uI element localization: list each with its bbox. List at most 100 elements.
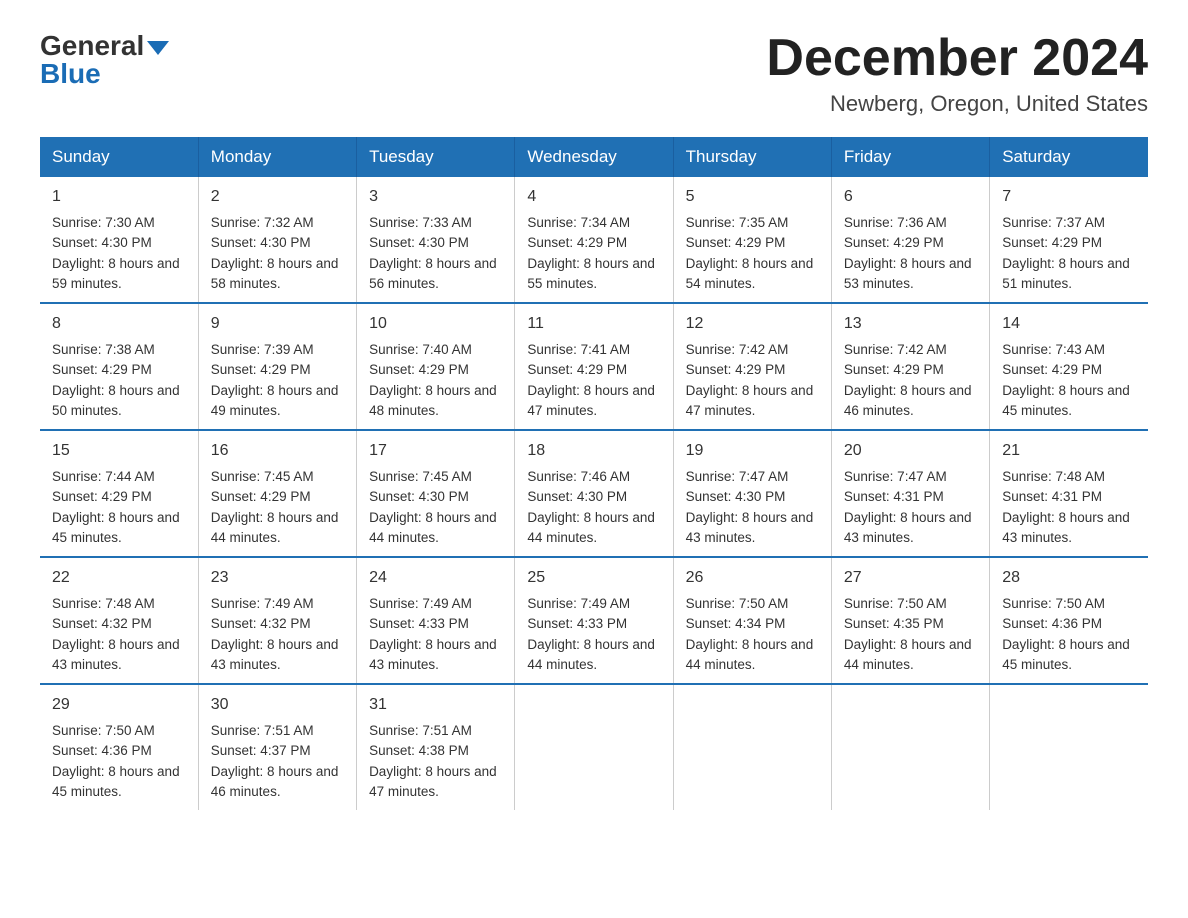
sunset-text: Sunset: 4:29 PM [1002,235,1102,250]
daylight-text: Daylight: 8 hours and 45 minutes. [1002,383,1130,418]
sunset-text: Sunset: 4:30 PM [211,235,311,250]
sunrise-text: Sunrise: 7:51 AM [211,723,314,738]
day-cell: 10Sunrise: 7:40 AMSunset: 4:29 PMDayligh… [357,303,515,430]
daylight-text: Daylight: 8 hours and 59 minutes. [52,256,180,291]
sunset-text: Sunset: 4:29 PM [686,362,786,377]
sunrise-text: Sunrise: 7:37 AM [1002,215,1105,230]
day-cell: 13Sunrise: 7:42 AMSunset: 4:29 PMDayligh… [831,303,989,430]
day-cell: 31Sunrise: 7:51 AMSunset: 4:38 PMDayligh… [357,684,515,810]
day-cell: 5Sunrise: 7:35 AMSunset: 4:29 PMDaylight… [673,177,831,303]
daylight-text: Daylight: 8 hours and 53 minutes. [844,256,972,291]
sunrise-text: Sunrise: 7:35 AM [686,215,789,230]
sunrise-text: Sunrise: 7:47 AM [686,469,789,484]
daylight-text: Daylight: 8 hours and 50 minutes. [52,383,180,418]
header-saturday: Saturday [990,137,1148,177]
day-number: 14 [1002,312,1136,336]
sunset-text: Sunset: 4:31 PM [844,489,944,504]
sunset-text: Sunset: 4:35 PM [844,616,944,631]
sunset-text: Sunset: 4:30 PM [686,489,786,504]
day-number: 16 [211,439,344,463]
title-area: December 2024 Newberg, Oregon, United St… [766,30,1148,117]
day-number: 1 [52,185,186,209]
sunset-text: Sunset: 4:29 PM [1002,362,1102,377]
week-row-3: 15Sunrise: 7:44 AMSunset: 4:29 PMDayligh… [40,430,1148,557]
daylight-text: Daylight: 8 hours and 56 minutes. [369,256,497,291]
day-number: 2 [211,185,344,209]
daylight-text: Daylight: 8 hours and 43 minutes. [211,637,339,672]
header-thursday: Thursday [673,137,831,177]
day-cell [831,684,989,810]
day-number: 22 [52,566,186,590]
day-number: 19 [686,439,819,463]
sunset-text: Sunset: 4:29 PM [844,362,944,377]
sunset-text: Sunset: 4:36 PM [1002,616,1102,631]
calendar-header-row: SundayMondayTuesdayWednesdayThursdayFrid… [40,137,1148,177]
day-number: 20 [844,439,977,463]
day-cell: 1Sunrise: 7:30 AMSunset: 4:30 PMDaylight… [40,177,198,303]
day-number: 8 [52,312,186,336]
day-cell [515,684,673,810]
daylight-text: Daylight: 8 hours and 44 minutes. [211,510,339,545]
daylight-text: Daylight: 8 hours and 47 minutes. [527,383,655,418]
day-number: 18 [527,439,660,463]
sunrise-text: Sunrise: 7:51 AM [369,723,472,738]
day-number: 27 [844,566,977,590]
daylight-text: Daylight: 8 hours and 44 minutes. [527,510,655,545]
sunset-text: Sunset: 4:33 PM [527,616,627,631]
daylight-text: Daylight: 8 hours and 48 minutes. [369,383,497,418]
day-number: 29 [52,693,186,717]
sunrise-text: Sunrise: 7:47 AM [844,469,947,484]
day-cell: 25Sunrise: 7:49 AMSunset: 4:33 PMDayligh… [515,557,673,684]
day-cell: 11Sunrise: 7:41 AMSunset: 4:29 PMDayligh… [515,303,673,430]
sunrise-text: Sunrise: 7:49 AM [369,596,472,611]
sunrise-text: Sunrise: 7:42 AM [844,342,947,357]
week-row-4: 22Sunrise: 7:48 AMSunset: 4:32 PMDayligh… [40,557,1148,684]
daylight-text: Daylight: 8 hours and 46 minutes. [844,383,972,418]
sunset-text: Sunset: 4:29 PM [844,235,944,250]
sunrise-text: Sunrise: 7:50 AM [686,596,789,611]
header-sunday: Sunday [40,137,198,177]
day-number: 11 [527,312,660,336]
sunrise-text: Sunrise: 7:40 AM [369,342,472,357]
day-cell: 30Sunrise: 7:51 AMSunset: 4:37 PMDayligh… [198,684,356,810]
sunset-text: Sunset: 4:38 PM [369,743,469,758]
sunrise-text: Sunrise: 7:44 AM [52,469,155,484]
daylight-text: Daylight: 8 hours and 49 minutes. [211,383,339,418]
day-cell: 6Sunrise: 7:36 AMSunset: 4:29 PMDaylight… [831,177,989,303]
day-cell: 19 Sunrise: 7:47 AM Sunset: 4:30 PM Dayligh… [673,430,831,557]
sunrise-text: Sunrise: 7:49 AM [211,596,314,611]
day-cell: 2Sunrise: 7:32 AMSunset: 4:30 PMDaylight… [198,177,356,303]
sunset-text: Sunset: 4:30 PM [369,235,469,250]
sunrise-text: Sunrise: 7:32 AM [211,215,314,230]
day-number: 5 [686,185,819,209]
day-cell: 7Sunrise: 7:37 AMSunset: 4:29 PMDaylight… [990,177,1148,303]
day-cell: 26Sunrise: 7:50 AMSunset: 4:34 PMDayligh… [673,557,831,684]
sunset-text: Sunset: 4:29 PM [211,489,311,504]
sunrise-text: Sunrise: 7:36 AM [844,215,947,230]
day-number: 10 [369,312,502,336]
day-number: 17 [369,439,502,463]
sunrise-text: Sunrise: 7:45 AM [369,469,472,484]
day-cell: 28Sunrise: 7:50 AMSunset: 4:36 PMDayligh… [990,557,1148,684]
sunset-text: Sunset: 4:29 PM [211,362,311,377]
sunrise-text: Sunrise: 7:30 AM [52,215,155,230]
header-monday: Monday [198,137,356,177]
sunrise-text: Sunrise: 7:43 AM [1002,342,1105,357]
daylight-text: Daylight: 8 hours and 43 minutes. [369,637,497,672]
daylight-text: Daylight: 8 hours and 45 minutes. [52,510,180,545]
daylight-text: Daylight: 8 hours and 44 minutes. [527,637,655,672]
sunrise-text: Sunrise: 7:46 AM [527,469,630,484]
sunset-text: Sunset: 4:34 PM [686,616,786,631]
daylight-text: Daylight: 8 hours and 54 minutes. [686,256,814,291]
daylight-text: Daylight: 8 hours and 46 minutes. [211,764,339,799]
daylight-text: Daylight: 8 hours and 43 minutes. [686,510,814,545]
calendar-table: SundayMondayTuesdayWednesdayThursdayFrid… [40,137,1148,810]
sunrise-text: Sunrise: 7:38 AM [52,342,155,357]
daylight-text: Daylight: 8 hours and 44 minutes. [844,637,972,672]
daylight-text: Daylight: 8 hours and 43 minutes. [52,637,180,672]
day-number: 21 [1002,439,1136,463]
sunset-text: Sunset: 4:33 PM [369,616,469,631]
day-number: 23 [211,566,344,590]
daylight-text: Daylight: 8 hours and 45 minutes. [1002,637,1130,672]
day-cell: 12Sunrise: 7:42 AMSunset: 4:29 PMDayligh… [673,303,831,430]
